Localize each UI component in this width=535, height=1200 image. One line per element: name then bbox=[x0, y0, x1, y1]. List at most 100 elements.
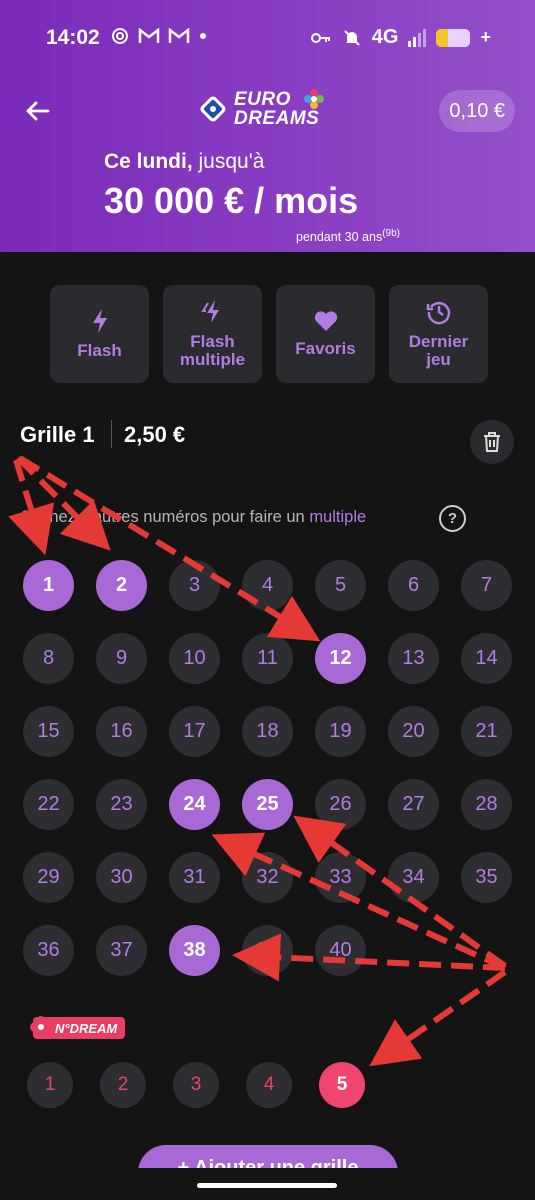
number-ball-20[interactable]: 20 bbox=[388, 706, 439, 757]
number-ball-7[interactable]: 7 bbox=[461, 560, 512, 611]
promo-note: (9b) bbox=[382, 228, 400, 239]
number-ball-12[interactable]: 12 bbox=[315, 633, 366, 684]
charging-icon: + bbox=[480, 27, 491, 47]
number-ball-35[interactable]: 35 bbox=[461, 852, 512, 903]
number-ball-13[interactable]: 13 bbox=[388, 633, 439, 684]
my-dream-prefix: N° bbox=[55, 1020, 70, 1036]
dot-icon bbox=[200, 33, 206, 39]
number-ball-19[interactable]: 19 bbox=[315, 706, 366, 757]
delete-grid-button[interactable] bbox=[470, 420, 514, 464]
arrow-to-dream-5 bbox=[369, 969, 507, 1067]
number-ball-8[interactable]: 8 bbox=[23, 633, 74, 684]
flash-multiple-label: Flash multiple bbox=[179, 332, 246, 369]
number-ball-25[interactable]: 25 bbox=[242, 779, 293, 830]
promo-line-1: Ce lundi, jusqu'à bbox=[104, 150, 264, 174]
fdj-logo-icon bbox=[200, 96, 226, 122]
dernier-jeu-button[interactable]: Dernier jeu bbox=[389, 285, 488, 383]
number-ball-14[interactable]: 14 bbox=[461, 633, 512, 684]
dream-number-4[interactable]: 4 bbox=[246, 1062, 292, 1108]
lightning-icon bbox=[92, 309, 107, 333]
number-ball-17[interactable]: 17 bbox=[169, 706, 220, 757]
flash-button[interactable]: Flash bbox=[50, 285, 149, 383]
favoris-label: Favoris bbox=[295, 339, 356, 358]
number-ball-5[interactable]: 5 bbox=[315, 560, 366, 611]
price-pill: 0,10 € bbox=[439, 90, 515, 132]
number-ball-16[interactable]: 16 bbox=[96, 706, 147, 757]
trash-icon bbox=[484, 432, 500, 452]
status-left-icons bbox=[110, 26, 208, 46]
dream-number-3[interactable]: 3 bbox=[173, 1062, 219, 1108]
page: { "status_bar": { "time": "14:02", "left… bbox=[0, 0, 535, 1200]
quick-actions: Flash Flash multiple Favoris Dernier jeu bbox=[50, 285, 488, 383]
number-ball-36[interactable]: 36 bbox=[23, 925, 74, 976]
promo-day: Ce lundi, bbox=[104, 150, 193, 173]
number-ball-39[interactable]: 39 bbox=[242, 925, 293, 976]
promo-rest: jusqu'à bbox=[192, 150, 265, 173]
number-ball-18[interactable]: 18 bbox=[242, 706, 293, 757]
heart-icon bbox=[314, 311, 337, 331]
promo-duration: pendant 30 ans(9b) bbox=[296, 228, 400, 244]
status-bar: 14:02 4G + bbox=[0, 0, 535, 76]
status-time: 14:02 bbox=[46, 26, 100, 49]
logo-line-2: DREAMS bbox=[234, 108, 320, 129]
number-ball-30[interactable]: 30 bbox=[96, 852, 147, 903]
number-ball-37[interactable]: 37 bbox=[96, 925, 147, 976]
number-ball-27[interactable]: 27 bbox=[388, 779, 439, 830]
number-ball-22[interactable]: 22 bbox=[23, 779, 74, 830]
multiple-hint: Cochez d'autres numéros pour faire un mu… bbox=[20, 508, 366, 527]
number-ball-21[interactable]: 21 bbox=[461, 706, 512, 757]
dream-number-5[interactable]: 5 bbox=[319, 1062, 365, 1108]
flash-label: Flash bbox=[77, 341, 122, 360]
history-icon bbox=[426, 301, 450, 325]
promo-amount: 30 000 € / mois bbox=[104, 180, 359, 221]
number-ball-33[interactable]: 33 bbox=[315, 852, 366, 903]
number-ball-4[interactable]: 4 bbox=[242, 560, 293, 611]
number-ball-38[interactable]: 38 bbox=[169, 925, 220, 976]
number-ball-2[interactable]: 2 bbox=[96, 560, 147, 611]
promo-duration-text: pendant 30 ans bbox=[296, 230, 383, 245]
header: 14:02 4G + EURO DREAMS 0,10 € Ce lundi, … bbox=[0, 0, 535, 252]
number-ball-10[interactable]: 10 bbox=[169, 633, 220, 684]
double-lightning-icon bbox=[200, 300, 219, 323]
dream-number-2[interactable]: 2 bbox=[100, 1062, 146, 1108]
multiple-link[interactable]: multiple bbox=[309, 508, 366, 526]
favoris-button[interactable]: Favoris bbox=[276, 285, 375, 383]
hint-text: Cochez d'autres numéros pour faire un bbox=[20, 508, 310, 526]
status-right-icons: 4G + bbox=[310, 26, 491, 49]
help-button[interactable]: ? bbox=[439, 505, 466, 532]
signal-icon bbox=[408, 28, 427, 47]
number-ball-26[interactable]: 26 bbox=[315, 779, 366, 830]
back-button[interactable] bbox=[22, 96, 52, 126]
key-icon bbox=[310, 32, 330, 43]
number-ball-29[interactable]: 29 bbox=[23, 852, 74, 903]
openai-icon bbox=[112, 28, 128, 44]
number-ball-1[interactable]: 1 bbox=[23, 560, 74, 611]
number-ball-28[interactable]: 28 bbox=[461, 779, 512, 830]
number-ball-9[interactable]: 9 bbox=[96, 633, 147, 684]
number-ball-15[interactable]: 15 bbox=[23, 706, 74, 757]
number-ball-31[interactable]: 31 bbox=[169, 852, 220, 903]
gmail-icon bbox=[168, 28, 190, 43]
dream-number-1[interactable]: 1 bbox=[27, 1062, 73, 1108]
number-ball-40[interactable]: 40 bbox=[315, 925, 366, 976]
flower-icon bbox=[304, 89, 325, 109]
back-arrow-icon bbox=[26, 101, 50, 121]
number-ball-11[interactable]: 11 bbox=[242, 633, 293, 684]
grille-price: 2,50 € bbox=[124, 422, 186, 447]
grille-separator bbox=[111, 420, 112, 448]
grille-title: Grille 1 bbox=[20, 422, 95, 447]
flower-icon bbox=[30, 1016, 52, 1038]
number-ball-24[interactable]: 24 bbox=[169, 779, 220, 830]
number-ball-23[interactable]: 23 bbox=[96, 779, 147, 830]
flash-multiple-button[interactable]: Flash multiple bbox=[163, 285, 262, 383]
home-indicator[interactable] bbox=[197, 1183, 337, 1188]
number-ball-6[interactable]: 6 bbox=[388, 560, 439, 611]
battery-icon bbox=[436, 28, 471, 47]
gmail-icon bbox=[138, 28, 160, 43]
my-dream-text: DREAM bbox=[69, 1020, 118, 1036]
eurodreams-logo: EURO DREAMS bbox=[198, 89, 325, 129]
network-type: 4G bbox=[371, 26, 399, 48]
number-ball-34[interactable]: 34 bbox=[388, 852, 439, 903]
number-ball-32[interactable]: 32 bbox=[242, 852, 293, 903]
number-ball-3[interactable]: 3 bbox=[169, 560, 220, 611]
